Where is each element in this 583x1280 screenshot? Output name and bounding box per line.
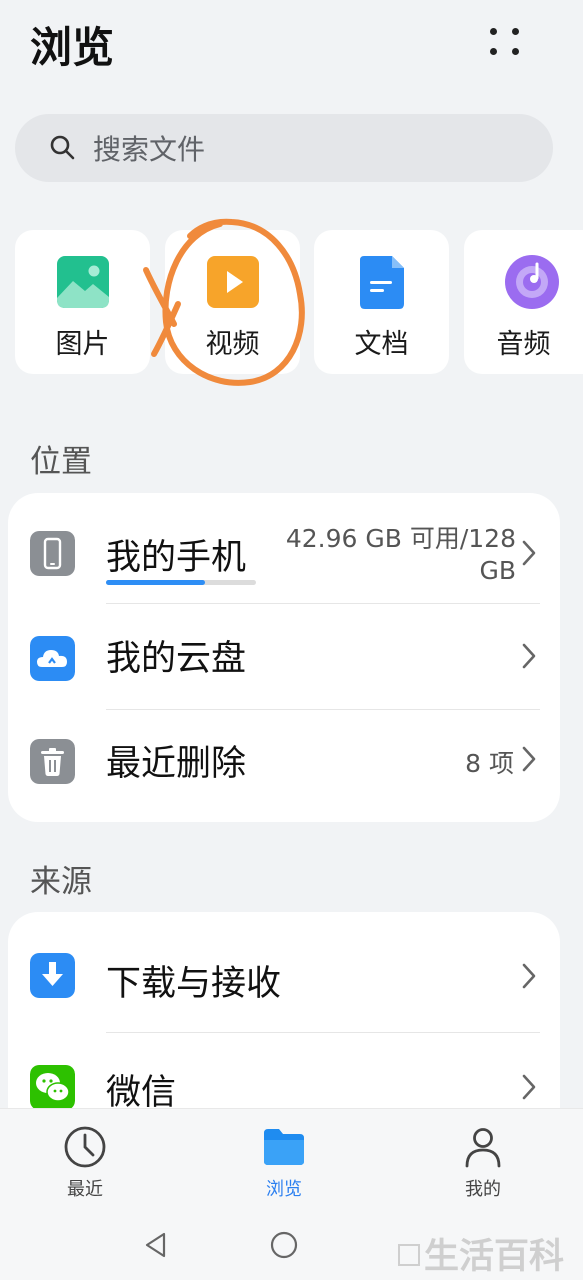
category-documents[interactable]: 文档 — [314, 230, 449, 374]
category-audio[interactable]: 音频 — [464, 230, 583, 374]
bottom-tab-bar: 最近 浏览 我的 — [0, 1108, 583, 1206]
document-icon — [360, 256, 404, 309]
tab-browse[interactable]: 浏览 — [224, 1109, 344, 1207]
tab-mine[interactable]: 我的 — [423, 1109, 543, 1207]
phone-icon — [30, 531, 75, 576]
cloud-icon — [30, 636, 75, 681]
category-label: 视频 — [205, 329, 260, 360]
trash-icon — [30, 739, 75, 784]
tab-recent[interactable]: 最近 — [25, 1109, 145, 1207]
tab-label: 我的 — [465, 1179, 501, 1200]
list-item-recently-deleted[interactable]: 最近删除 8 项 — [8, 709, 560, 822]
category-label: 图片 — [55, 329, 110, 360]
page-title: 浏览 — [30, 23, 115, 72]
list-item-my-cloud[interactable]: 我的云盘 — [8, 603, 560, 709]
chevron-right-icon — [522, 1074, 536, 1100]
wechat-icon — [30, 1065, 75, 1108]
list-item-label: 微信 — [106, 1073, 177, 1108]
storage-info: 42.96 GB 可用/128 GB — [285, 524, 516, 585]
more-dots-icon — [490, 28, 497, 35]
home-icon[interactable] — [269, 1230, 299, 1260]
category-label: 文档 — [354, 329, 409, 360]
category-videos[interactable]: 视频 — [165, 230, 300, 374]
audio-disc-icon — [505, 255, 559, 309]
search-bar[interactable]: 搜索文件 — [15, 114, 553, 182]
storage-progress-bar — [106, 580, 256, 585]
folder-icon — [264, 1129, 304, 1165]
list-item-label: 我的云盘 — [106, 639, 247, 679]
download-icon — [30, 953, 75, 998]
more-options-button[interactable] — [480, 22, 528, 62]
list-item-downloads[interactable]: 下载与接收 — [8, 912, 560, 1032]
search-input[interactable]: 搜索文件 — [93, 128, 205, 168]
search-icon — [43, 128, 83, 168]
section-title-sources: 来源 — [30, 864, 92, 900]
watermark: 生活百科 — [398, 1228, 564, 1279]
section-title-locations: 位置 — [30, 444, 92, 480]
tab-label: 浏览 — [266, 1179, 302, 1200]
video-play-icon — [207, 256, 259, 308]
list-item-label: 我的手机 — [106, 538, 247, 578]
list-item-wechat[interactable]: 微信 — [8, 1032, 560, 1108]
list-item-label: 下载与接收 — [106, 964, 282, 1004]
deleted-count: 8 项 — [465, 749, 514, 778]
tab-label: 最近 — [67, 1179, 103, 1200]
chevron-right-icon — [522, 643, 536, 669]
chevron-right-icon — [522, 746, 536, 772]
clock-icon — [64, 1126, 106, 1168]
image-icon — [57, 256, 109, 308]
storage-progress-fill — [106, 580, 205, 585]
sources-card: 下载与接收 微信 — [8, 912, 560, 1108]
chevron-right-icon — [522, 540, 536, 566]
category-label: 音频 — [496, 329, 551, 360]
chevron-right-icon — [522, 963, 536, 989]
category-images[interactable]: 图片 — [15, 230, 150, 374]
back-icon[interactable] — [142, 1230, 170, 1260]
person-icon — [465, 1128, 501, 1168]
list-item-my-phone[interactable]: 我的手机 42.96 GB 可用/128 GB — [8, 493, 560, 603]
locations-card: 我的手机 42.96 GB 可用/128 GB 我的云盘 最近删除 8 项 — [8, 493, 560, 822]
list-item-label: 最近删除 — [106, 744, 247, 784]
